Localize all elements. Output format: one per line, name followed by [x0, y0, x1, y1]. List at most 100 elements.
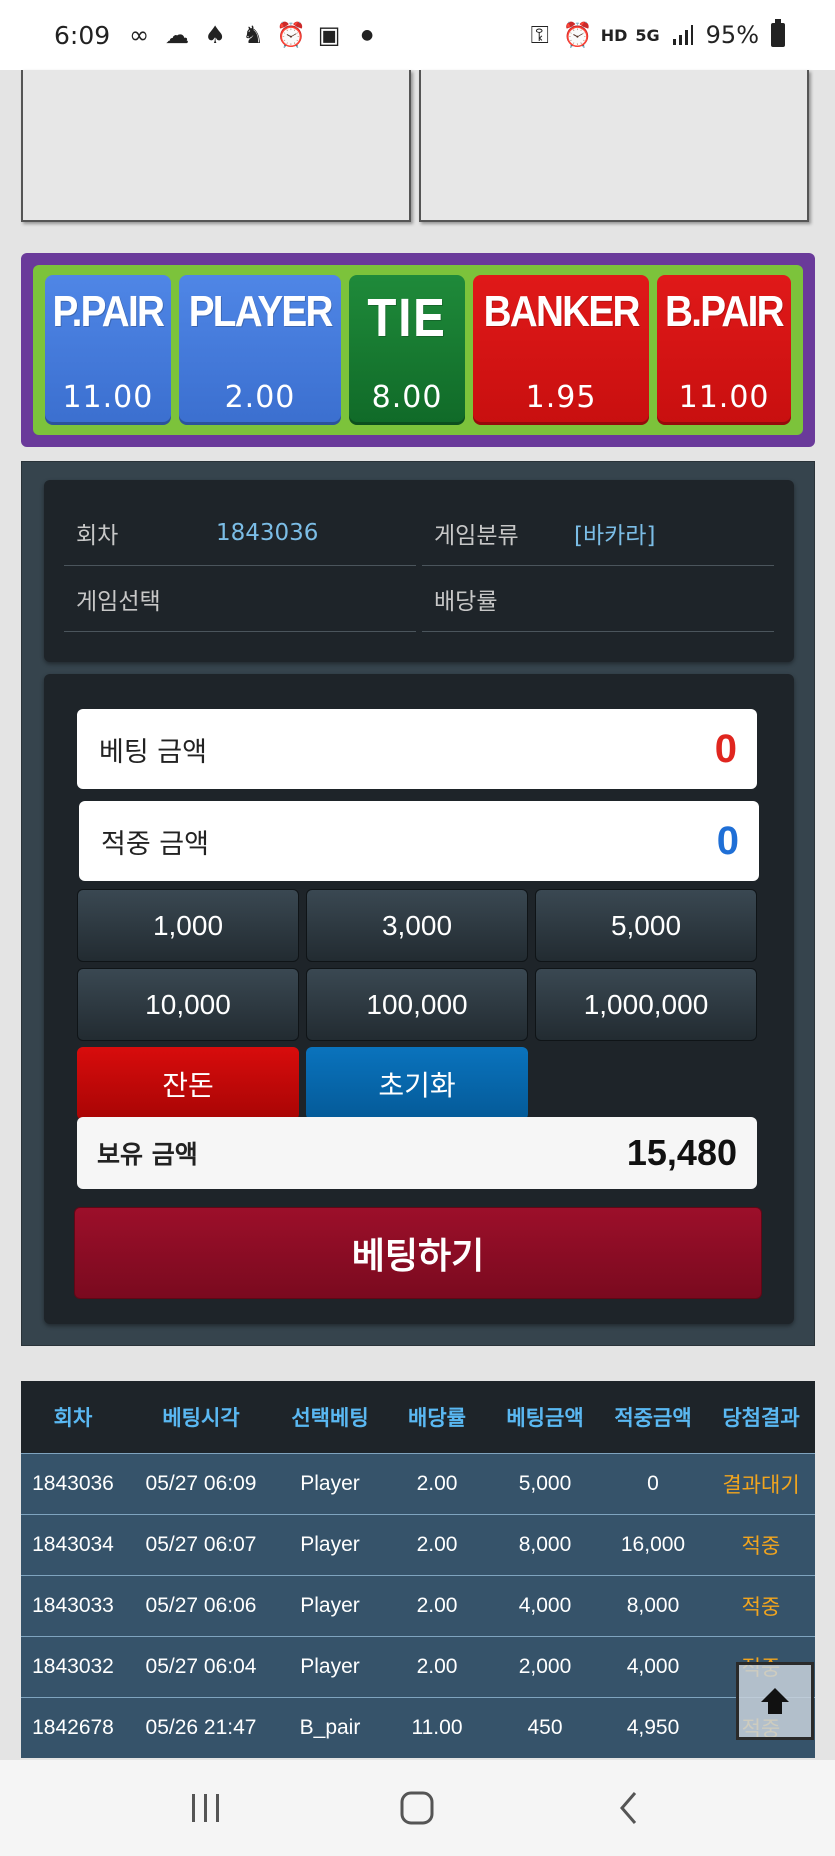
bet-amount-value: 0	[714, 726, 737, 771]
cell-round: 1843034	[32, 1533, 114, 1556]
home-button[interactable]	[377, 1778, 457, 1838]
bet-history-table: 회차 베팅시각 선택베팅 배당률 베팅금액 적중금액 당첨결과 1843036 …	[21, 1381, 815, 1758]
category-cell: 게임분류 [바카라]	[422, 500, 774, 566]
odds-cell: 배당률	[422, 566, 774, 632]
chip-button-10000[interactable]: 10,000	[77, 968, 299, 1041]
cell-win-amount: 4,000	[626, 1655, 680, 1678]
bet-option-odds: 2.00	[224, 380, 296, 415]
cell-selection: Player	[300, 1533, 360, 1556]
reset-button[interactable]: 초기화	[306, 1047, 528, 1120]
cell-selection: B_pair	[299, 1716, 361, 1739]
bet-option-name: TIE	[367, 288, 447, 348]
hd-voice-indicator: HD	[600, 25, 628, 45]
bet-option-odds: 1.95	[525, 380, 597, 415]
table-row[interactable]: 1843033 05/27 06:06 Player 2.00 4,000 8,…	[21, 1575, 815, 1636]
cell-bet-time: 05/26 21:47	[145, 1716, 257, 1739]
cell-win-amount: 4,950	[626, 1716, 680, 1739]
chip-button-1000000[interactable]: 1,000,000	[535, 968, 757, 1041]
chip-button-5000[interactable]: 5,000	[535, 889, 757, 962]
cell-odds: 2.00	[416, 1655, 458, 1678]
bet-option-p-pair[interactable]: P.PAIR 11.00	[45, 275, 171, 425]
bet-amount-label: 베팅 금액	[99, 736, 207, 768]
holding-amount-value: 15,480	[626, 1132, 737, 1173]
cell-bet-time: 05/27 06:09	[145, 1472, 257, 1495]
odds-label: 배당률	[434, 588, 498, 615]
bet-input-card: 베팅 금액 0 적중 금액 0 1,000 3,000 5,000 10,000…	[44, 674, 794, 1324]
round-label: 회차	[76, 522, 119, 549]
back-button[interactable]	[589, 1778, 669, 1838]
system-nav-bar	[0, 1760, 835, 1856]
table-row[interactable]: 1843034 05/27 06:07 Player 2.00 8,000 16…	[21, 1514, 815, 1575]
5g-indicator: 5G	[635, 25, 660, 45]
back-icon	[620, 1792, 637, 1824]
notification-icons: ∞ ☁ ♠ ♞ ⏰ ▣ ●	[124, 20, 382, 50]
info-row-2: 게임선택 배당률	[64, 566, 774, 632]
cell-bet-amount: 4,000	[518, 1594, 572, 1617]
table-row[interactable]: 1843036 05/27 06:09 Player 2.00 5,000 0 …	[21, 1453, 815, 1514]
category-value: [바카라]	[574, 522, 656, 549]
recent-apps-button[interactable]	[166, 1778, 246, 1838]
cell-bet-time: 05/27 06:06	[145, 1594, 257, 1617]
chat-cloud-icon: ☁	[165, 21, 190, 49]
win-amount-label: 적중 금액	[101, 828, 209, 860]
arrow-up-icon	[761, 1688, 789, 1714]
cell-bet-amount: 2,000	[518, 1655, 572, 1678]
dot-icon: ●	[361, 27, 374, 43]
selection-cell: 게임선택	[64, 566, 416, 632]
cell-bet-amount: 450	[527, 1716, 563, 1739]
game-info-card: 회차 1843036 게임분류 [바카라] 게임선택 배당률	[44, 480, 794, 662]
header-bet-time: 베팅시각	[162, 1406, 240, 1430]
header-selection: 선택베팅	[291, 1406, 369, 1430]
cell-odds: 11.00	[411, 1716, 463, 1739]
bet-options: P.PAIR 11.00 PLAYER 2.00 TIE 8.00 BANKER…	[33, 265, 803, 435]
banker-card-area	[419, 70, 809, 222]
cell-round: 1843032	[32, 1655, 114, 1678]
status-bar: 6:09 ∞ ☁ ♠ ♞ ⏰ ▣ ● ⚿ ⏰ HD 5G 95%	[0, 0, 835, 70]
header-round: 회차	[53, 1406, 93, 1430]
bet-amount-row: 베팅 금액 0	[77, 709, 757, 789]
webtoon-icon: ▣	[317, 21, 341, 49]
cell-round: 1843033	[32, 1594, 114, 1617]
place-bet-button[interactable]: 베팅하기	[74, 1207, 762, 1299]
bet-options-frame: P.PAIR 11.00 PLAYER 2.00 TIE 8.00 BANKER…	[21, 253, 815, 447]
cell-selection: Player	[300, 1594, 360, 1617]
bet-option-name: BANKER	[483, 287, 640, 336]
cell-odds: 2.00	[416, 1594, 458, 1617]
balance-button[interactable]: 잔돈	[77, 1047, 299, 1120]
system-status-icons: ⚿ ⏰ HD 5G 95%	[525, 19, 785, 50]
round-value: 1843036	[216, 519, 319, 546]
chip-button-1000[interactable]: 1,000	[77, 889, 299, 962]
bet-option-player[interactable]: PLAYER 2.00	[178, 275, 342, 425]
bet-option-name: B.PAIR	[665, 287, 785, 336]
cell-round: 1843036	[32, 1472, 114, 1495]
bet-option-b-pair[interactable]: B.PAIR 11.00	[657, 275, 791, 425]
win-amount-value: 0	[716, 818, 739, 863]
key-icon: ⚿	[530, 21, 549, 49]
chip-button-3000[interactable]: 3,000	[306, 889, 528, 962]
cell-bet-time: 05/27 06:04	[145, 1655, 257, 1678]
cell-selection: Player	[300, 1655, 360, 1678]
scroll-to-top-button[interactable]	[736, 1662, 814, 1740]
chip-button-100000[interactable]: 100,000	[306, 968, 528, 1041]
alarm-icon: ⏰	[276, 21, 307, 49]
bet-option-tie[interactable]: TIE 8.00	[349, 275, 465, 425]
cell-selection: Player	[300, 1472, 360, 1495]
table-row[interactable]: 1843032 05/27 06:04 Player 2.00 2,000 4,…	[21, 1636, 815, 1697]
table-row[interactable]: 1842678 05/26 21:47 B_pair 11.00 450 4,9…	[21, 1697, 815, 1758]
header-win-amount: 적중금액	[614, 1406, 692, 1430]
selection-label: 게임선택	[76, 588, 161, 615]
round-cell: 회차 1843036	[64, 500, 416, 566]
player-card-area	[21, 70, 411, 222]
bet-option-name: PLAYER	[188, 287, 334, 336]
header-bet-amount: 베팅금액	[506, 1406, 584, 1430]
infinity-app-icon: ∞	[129, 21, 150, 49]
cell-bet-amount: 5,000	[518, 1472, 572, 1495]
cell-result: 적중	[741, 1535, 781, 1558]
cell-win-amount: 0	[647, 1472, 659, 1495]
bet-option-banker[interactable]: BANKER 1.95	[472, 275, 650, 425]
bet-option-odds: 11.00	[62, 380, 154, 415]
alarm-status-icon: ⏰	[562, 21, 593, 49]
figure-icon: ♞	[242, 21, 264, 49]
signal-icon	[668, 20, 698, 50]
bet-option-odds: 8.00	[371, 380, 443, 415]
